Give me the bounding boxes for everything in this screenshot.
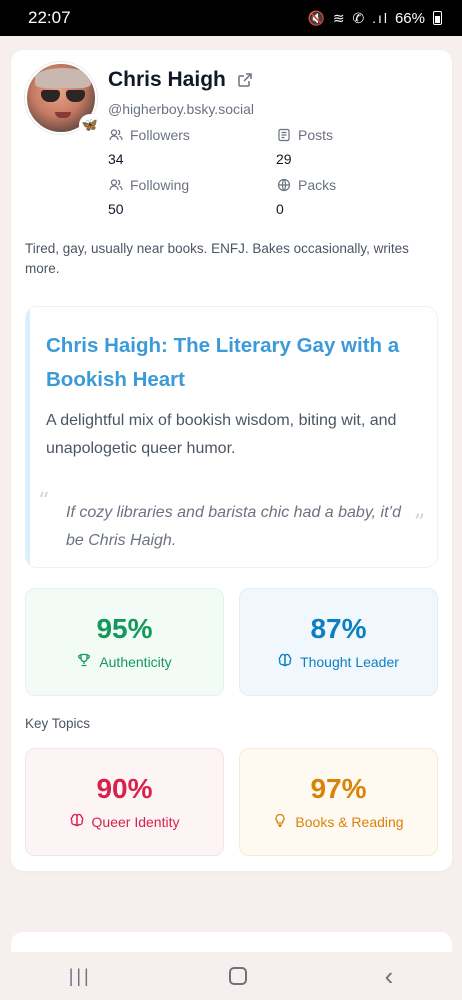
summary-accent-bar	[26, 307, 30, 567]
status-bar: 22:07 🔇 ≋ ✆ .ıl 66%	[0, 0, 462, 36]
profile-card: 🦋 Chris Haigh @higherboy.bsky.social Fol…	[11, 50, 452, 871]
posts-count: 29	[276, 151, 292, 167]
quote-close-icon: ”	[413, 511, 425, 536]
metric-card-authenticity: 95% Authenticity	[25, 588, 224, 696]
battery-icon	[433, 11, 442, 25]
brain-icon	[278, 653, 292, 670]
stat-following[interactable]: Following 50	[108, 177, 189, 217]
recent-apps-icon[interactable]: |||	[69, 966, 92, 987]
metric-value: 95%	[96, 613, 153, 644]
home-icon[interactable]	[229, 967, 248, 985]
topic-card-books-reading: 97% Books & Reading	[239, 748, 438, 856]
status-time: 22:07	[28, 8, 71, 27]
topic-value: 90%	[96, 773, 153, 804]
followers-count: 34	[108, 151, 124, 167]
trophy-icon	[77, 653, 91, 670]
quote-open-icon: “	[38, 489, 50, 514]
butterfly-icon: 🦋	[79, 114, 101, 136]
name-row: Chris Haigh	[108, 68, 254, 92]
stat-packs[interactable]: Packs 0	[276, 177, 336, 217]
signal-icons: 🔇 ≋ ✆ .ıl	[307, 9, 389, 26]
external-link-icon[interactable]	[236, 71, 254, 89]
metric-label: Thought Leader	[300, 653, 399, 670]
followers-label: Followers	[130, 127, 190, 143]
stat-followers[interactable]: Followers 34	[108, 127, 190, 167]
brain-icon	[70, 813, 84, 830]
users-icon	[108, 128, 124, 142]
lightbulb-icon	[273, 813, 287, 830]
profile-handle: @higherboy.bsky.social	[108, 101, 254, 117]
profile-name: Chris Haigh	[108, 68, 226, 91]
topic-label: Books & Reading	[295, 813, 404, 830]
summary-description: A delightful mix of bookish wisdom, biti…	[46, 412, 397, 457]
android-nav-bar: ||| ‹	[0, 952, 462, 1000]
posts-icon	[276, 128, 292, 142]
topic-value: 97%	[310, 773, 367, 804]
status-icons: 🔇 ≋ ✆ .ıl 66%	[308, 10, 442, 27]
topic-card-queer-identity: 90% Queer Identity	[25, 748, 224, 856]
globe-icon	[276, 178, 292, 192]
posts-label: Posts	[298, 127, 334, 143]
next-card-peek	[11, 932, 452, 952]
profile-bio: Tired, gay, usually near books. ENFJ. Ba…	[25, 241, 409, 276]
users-icon	[108, 178, 124, 192]
battery-percent: 66%	[394, 9, 425, 27]
metric-value: 87%	[310, 613, 367, 644]
back-icon[interactable]: ‹	[385, 961, 394, 992]
packs-label: Packs	[298, 177, 337, 193]
metric-card-thought-leader: 87% Thought Leader	[239, 588, 438, 696]
stat-posts[interactable]: Posts 29	[276, 127, 333, 167]
summary-box: Chris Haigh: The Literary Gay with a Boo…	[25, 306, 438, 568]
metric-label: Authenticity	[99, 653, 172, 670]
summary-title: Chris Haigh: The Literary Gay with a Boo…	[46, 334, 400, 391]
packs-count: 0	[276, 201, 284, 217]
avatar[interactable]: 🦋	[25, 62, 101, 136]
following-label: Following	[130, 177, 190, 193]
topic-label: Queer Identity	[91, 813, 180, 830]
following-count: 50	[108, 201, 124, 217]
key-topics-heading: Key Topics	[25, 716, 91, 731]
summary-quote: If cozy libraries and barista chic had a…	[66, 504, 401, 549]
